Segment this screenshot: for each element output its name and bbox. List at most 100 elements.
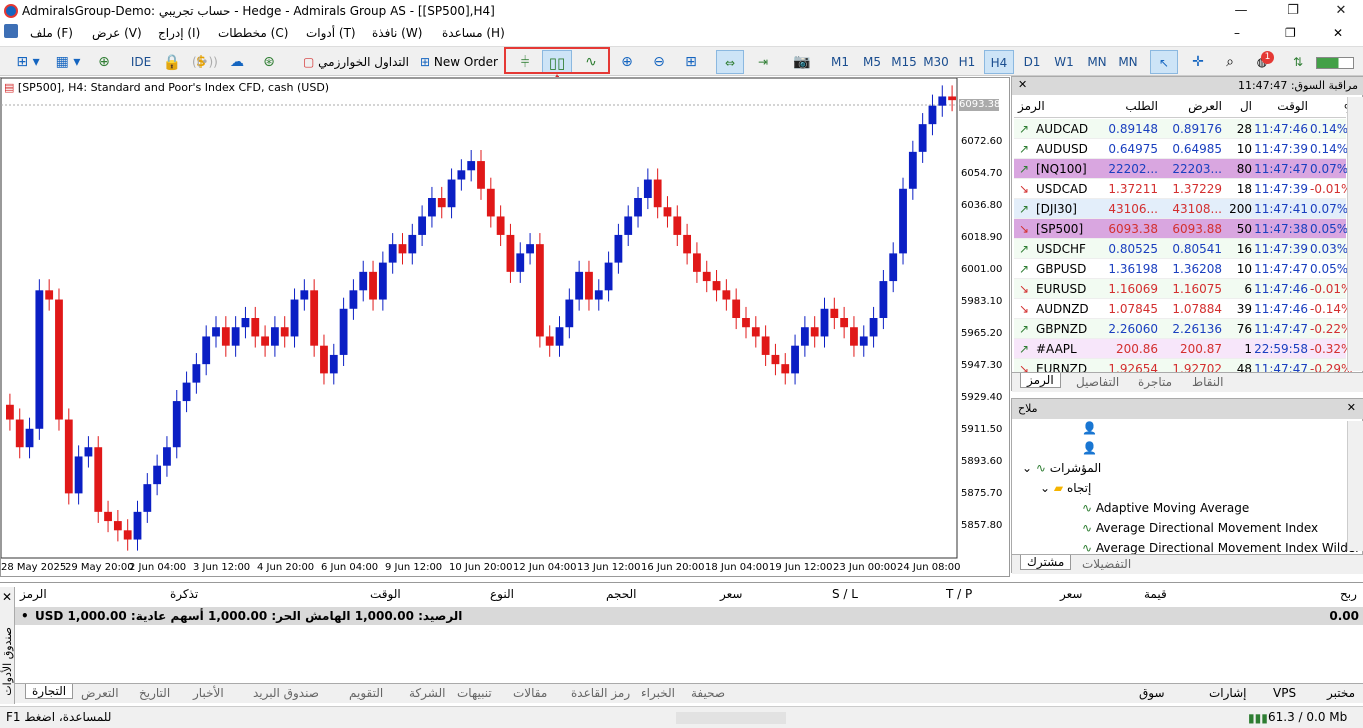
market-watch-row[interactable]: ↗ [DJI30] 43106... 43108... 200 11:47:41 0.07% [1014, 199, 1348, 219]
tf-mn[interactable]: MN [1080, 50, 1114, 74]
terminal-tab[interactable]: صندوق البريد [253, 686, 319, 700]
terminal-col-header[interactable]: ربح [1340, 587, 1357, 601]
tf-d1[interactable]: D1 [1018, 50, 1046, 74]
market-watch-row[interactable]: ↗ AUDUSD 0.64975 0.64985 10 11:47:39 0.14% [1014, 139, 1348, 159]
menu-help[interactable]: مساعدة (H) [442, 26, 505, 40]
tab-common[interactable]: مشترك [1020, 555, 1072, 570]
nav-trend-folder[interactable]: ⌄ ▰ إتجاه [1040, 481, 1091, 495]
close-icon[interactable]: ✕ [1018, 78, 1027, 91]
zoom-in-icon[interactable]: ⊕ [616, 50, 638, 74]
account-icon[interactable]: 👤 [1082, 441, 1097, 455]
market-watch-row[interactable]: ↗ GBPNZD 2.26060 2.26136 76 11:47:47 -0.22% [1014, 319, 1352, 339]
signal-icon[interactable]: ((•)) [192, 50, 218, 74]
tf-m15[interactable]: M15 [888, 50, 920, 74]
tf-h1[interactable]: H1 [954, 50, 980, 74]
market-watch-row[interactable]: ↘ [SP500] 6093.38 6093.88 50 11:47:38 0.05% [1014, 219, 1348, 239]
terminal-col-header[interactable]: سعر [1060, 587, 1082, 601]
tf-m30[interactable]: M30 [920, 50, 952, 74]
terminal-tab[interactable]: الأخبار [193, 686, 224, 700]
profiles-icon[interactable]: ▦ ▾ [50, 50, 86, 74]
nav-indicator-adxw[interactable]: ∿ Average Directional Movement Index Wil… [1082, 541, 1360, 555]
zoom-out-icon[interactable]: ⊖ [648, 50, 670, 74]
tester-tab[interactable]: مختبر [1327, 686, 1355, 700]
cursor-icon[interactable]: ↖ [1150, 50, 1178, 74]
market-watch-row[interactable]: ↗ USDCHF 0.80525 0.80541 16 11:47:39 0.03% [1014, 239, 1348, 259]
maximize-doc-icon[interactable]: ❐ [1285, 26, 1296, 40]
restore-doc-icon[interactable]: – [1234, 26, 1240, 40]
new-order-button[interactable]: ⊞ New Order [418, 50, 500, 74]
navigator-scrollbar[interactable] [1347, 421, 1363, 551]
add-chart-icon[interactable]: ⊕ [94, 50, 114, 74]
tab-favorites[interactable]: التفضيلات [1082, 557, 1131, 571]
market-watch-scrollbar[interactable] [1347, 97, 1363, 371]
nav-indicator-ama[interactable]: ∿ Adaptive Moving Average [1082, 501, 1249, 515]
col-ask[interactable]: العرض [1162, 99, 1222, 113]
menu-insert[interactable]: إدراج (I) [158, 26, 200, 40]
tf-h4[interactable]: H4 [984, 50, 1014, 74]
level-icon[interactable]: ⇅ [1288, 50, 1308, 74]
screenshot-icon[interactable]: 📷 [790, 50, 814, 74]
terminal-tab[interactable]: تنبيهات [457, 686, 492, 700]
terminal-col-header[interactable]: الوقت [370, 587, 401, 601]
col-bid[interactable]: الطلب [1098, 99, 1158, 113]
menu-file[interactable]: ملف (F) [30, 26, 73, 40]
market-tab[interactable]: سوق [1139, 686, 1165, 700]
tab-ticks[interactable]: النقاط [1192, 375, 1223, 389]
terminal-tab[interactable]: التاريخ [139, 686, 170, 700]
maximize-button[interactable]: ❐ [1282, 2, 1304, 20]
terminal-col-header[interactable]: الرمز [20, 587, 47, 601]
tab-symbols[interactable]: الرمز [1020, 373, 1061, 388]
minimize-button[interactable]: — [1230, 2, 1252, 20]
toolbox-side-label[interactable]: صندوق الأدوات ✕ [0, 587, 15, 704]
market-watch-row[interactable]: ↗ #AAPL 200.86 200.87 1 22:59:58 -0.32% [1014, 339, 1352, 359]
notifications-icon[interactable]: ◍1 [1250, 50, 1274, 74]
cloud-icon[interactable]: ☁ [226, 50, 248, 74]
close-doc-icon[interactable]: ✕ [1333, 26, 1343, 40]
terminal-col-header[interactable]: النوع [490, 587, 514, 601]
autoscroll-icon[interactable]: ⇔ [716, 50, 744, 74]
chart-shift-icon[interactable]: ⇥ [750, 50, 776, 74]
menu-view[interactable]: عرض (V) [92, 26, 142, 40]
tab-details[interactable]: التفاصيل [1076, 375, 1119, 389]
document-icon[interactable] [4, 24, 18, 38]
ide-button[interactable]: IDE [126, 50, 156, 74]
terminal-tab[interactable]: مقالات [513, 686, 547, 700]
menu-window[interactable]: نافذة (W) [372, 26, 422, 40]
market-watch-row[interactable]: ↘ AUDNZD 1.07845 1.07884 39 11:47:46 -0.14% [1014, 299, 1352, 319]
col-time[interactable]: الوقت [1254, 99, 1308, 113]
terminal-tab[interactable]: صحيفة [691, 686, 725, 700]
menu-charts[interactable]: مخططات (C) [218, 26, 288, 40]
tf-m1[interactable]: M1 [826, 50, 854, 74]
nav-indicator-adx[interactable]: ∿ Average Directional Movement Index [1082, 521, 1318, 535]
terminal-tab[interactable]: التجارة [25, 684, 74, 699]
terminal-col-header[interactable]: سعر [720, 587, 742, 601]
tile-windows-icon[interactable]: ⊞ [680, 50, 702, 74]
account-icon[interactable]: 👤 [1082, 421, 1097, 435]
terminal-col-header[interactable]: T / P [946, 587, 972, 601]
lock-icon[interactable]: 🔒 [162, 50, 182, 74]
new-chart-icon[interactable]: ⊞ ▾ [8, 50, 48, 74]
terminal-tab[interactable]: التقويم [349, 686, 383, 700]
tf-mn2[interactable]: MN [1114, 50, 1142, 74]
crosshair-icon[interactable]: ✛ [1186, 50, 1210, 74]
col-symbol[interactable]: الرمز [1018, 99, 1045, 113]
market-watch-row[interactable]: ↘ USDCAD 1.37211 1.37229 18 11:47:39 -0.01% [1014, 179, 1352, 199]
terminal-col-header[interactable]: الحجم [606, 587, 636, 601]
terminal-tab[interactable]: رمز القاعدة [571, 686, 630, 700]
algo-trading-button[interactable]: ▢ التداول الخوارزمي [296, 50, 416, 74]
tf-m5[interactable]: M5 [858, 50, 886, 74]
tf-w1[interactable]: W1 [1050, 50, 1078, 74]
terminal-tab[interactable]: الخبراء [641, 686, 675, 700]
search-icon[interactable]: ⌕ [1218, 50, 1242, 74]
terminal-col-header[interactable]: قيمة [1144, 587, 1167, 601]
terminal-col-header[interactable]: S / L [832, 587, 858, 601]
terminal-tab[interactable]: الشركة [409, 686, 445, 700]
candlestick-plot[interactable] [1, 78, 1009, 576]
tab-trading[interactable]: متاجرة [1138, 375, 1172, 389]
terminal-tab[interactable]: التعرض [81, 686, 119, 700]
vps-icon[interactable]: ⊛ [258, 50, 280, 74]
market-watch-row[interactable]: ↘ EURUSD 1.16069 1.16075 6 11:47:46 -0.01% [1014, 279, 1352, 299]
col-spread[interactable]: ال [1224, 99, 1252, 113]
close-icon[interactable]: ✕ [1347, 401, 1356, 414]
market-watch-row[interactable]: ↗ GBPUSD 1.36198 1.36208 10 11:47:47 0.05% [1014, 259, 1348, 279]
